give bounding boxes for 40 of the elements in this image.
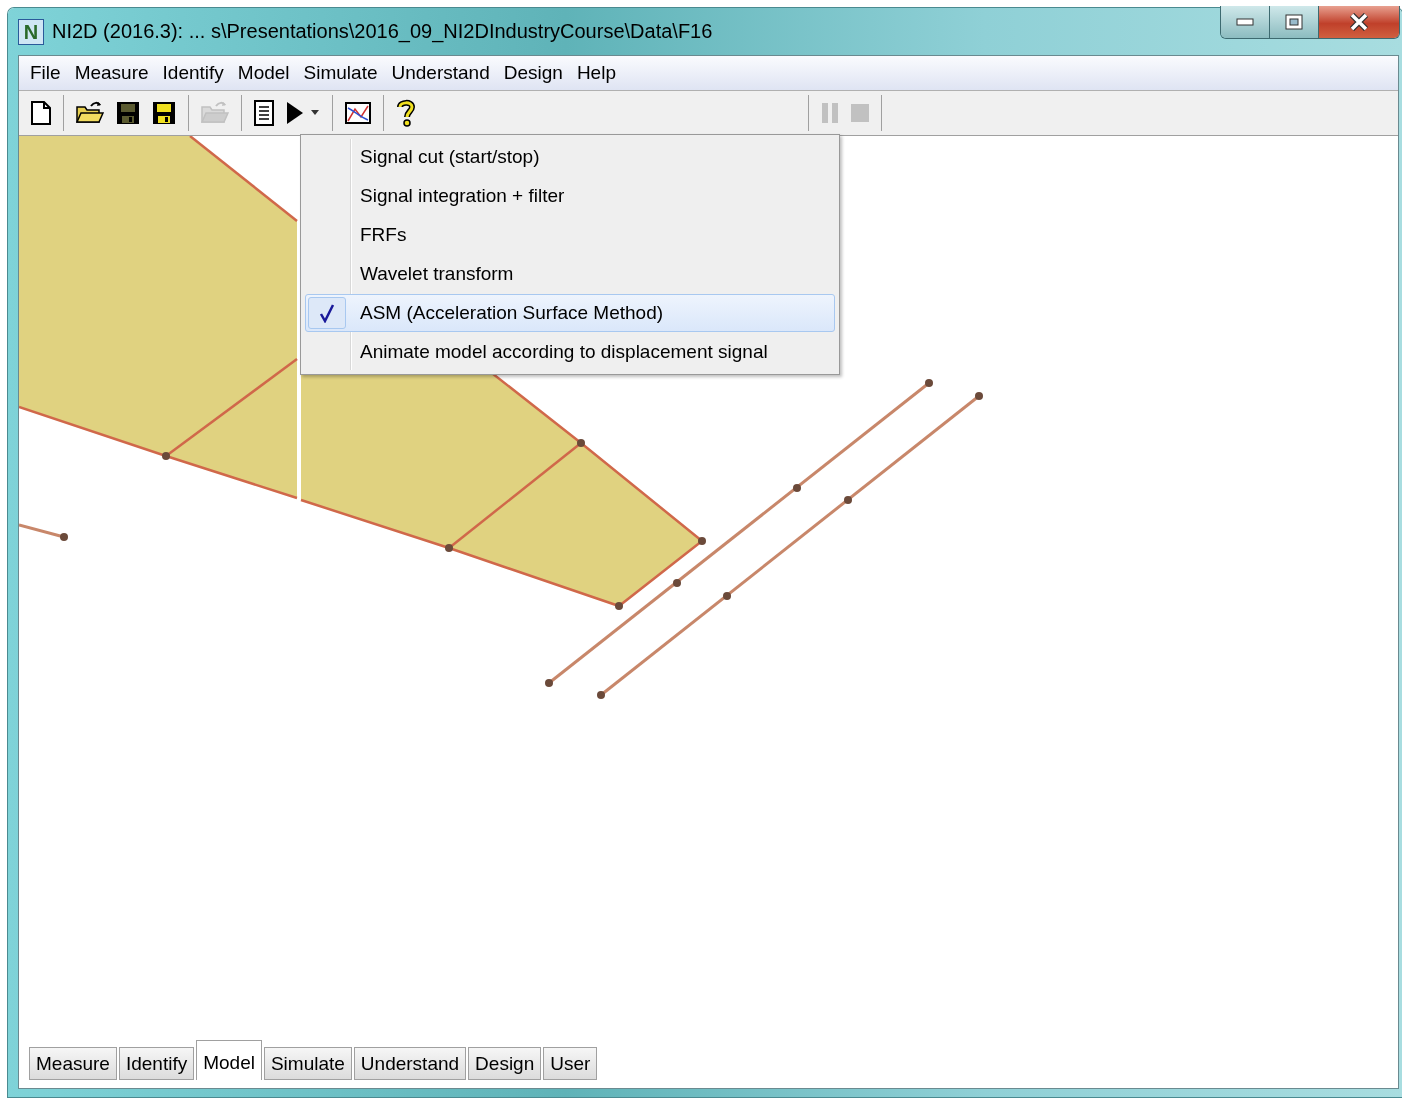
tab[interactable]: Measure (29, 1047, 117, 1080)
tab[interactable]: Understand (353, 1047, 467, 1080)
menu-item[interactable]: File (23, 62, 68, 84)
menu-option[interactable]: Animate model according to displacement signal (305, 333, 835, 371)
minimize-button[interactable] (1221, 6, 1270, 38)
tab[interactable]: Model (196, 1040, 262, 1080)
folder-icon (76, 101, 104, 125)
pause-icon (821, 102, 839, 124)
menu-item[interactable]: Identify (155, 62, 231, 84)
close-button[interactable] (1319, 6, 1399, 38)
menu-option[interactable]: ASM (Acceleration Surface Method) (305, 294, 835, 332)
tab[interactable]: Identify (118, 1047, 195, 1080)
menu-option[interactable]: Signal integration + filter (305, 177, 835, 215)
menu-item[interactable]: Model (230, 62, 297, 84)
play-icon (286, 101, 304, 125)
new-file-icon (31, 101, 51, 125)
help-icon (396, 99, 416, 127)
app-logo: N (18, 18, 44, 45)
menu-item[interactable]: Understand (384, 62, 497, 84)
menu-item[interactable]: Design (496, 62, 570, 84)
stop-icon (851, 104, 869, 122)
tab[interactable]: Simulate (263, 1047, 352, 1080)
chart-icon (345, 102, 371, 124)
tab[interactable]: Design (468, 1047, 542, 1080)
close-icon (1349, 13, 1369, 31)
menu-option[interactable]: Signal cut (start/stop) (305, 138, 835, 176)
folder-icon (201, 101, 229, 125)
tab[interactable]: User (543, 1047, 598, 1080)
maximize-button[interactable] (1270, 6, 1319, 38)
window-title: NI2D (2016.3): ... s\Presentations\2016_09_NI2DIndustryCourse\Data\F16 (52, 20, 713, 43)
menu-item[interactable]: Measure (67, 62, 156, 84)
minimize-icon (1236, 18, 1254, 26)
menu-item[interactable]: Help (569, 62, 623, 84)
document-icon (254, 100, 274, 126)
menu-item[interactable]: Simulate (296, 62, 385, 84)
menu-option[interactable]: FRFs (305, 216, 835, 254)
menu-option[interactable]: Wavelet transform (305, 255, 835, 293)
beam-drawing (19, 523, 68, 541)
caret-icon (310, 110, 320, 116)
maximize-icon (1285, 14, 1303, 30)
